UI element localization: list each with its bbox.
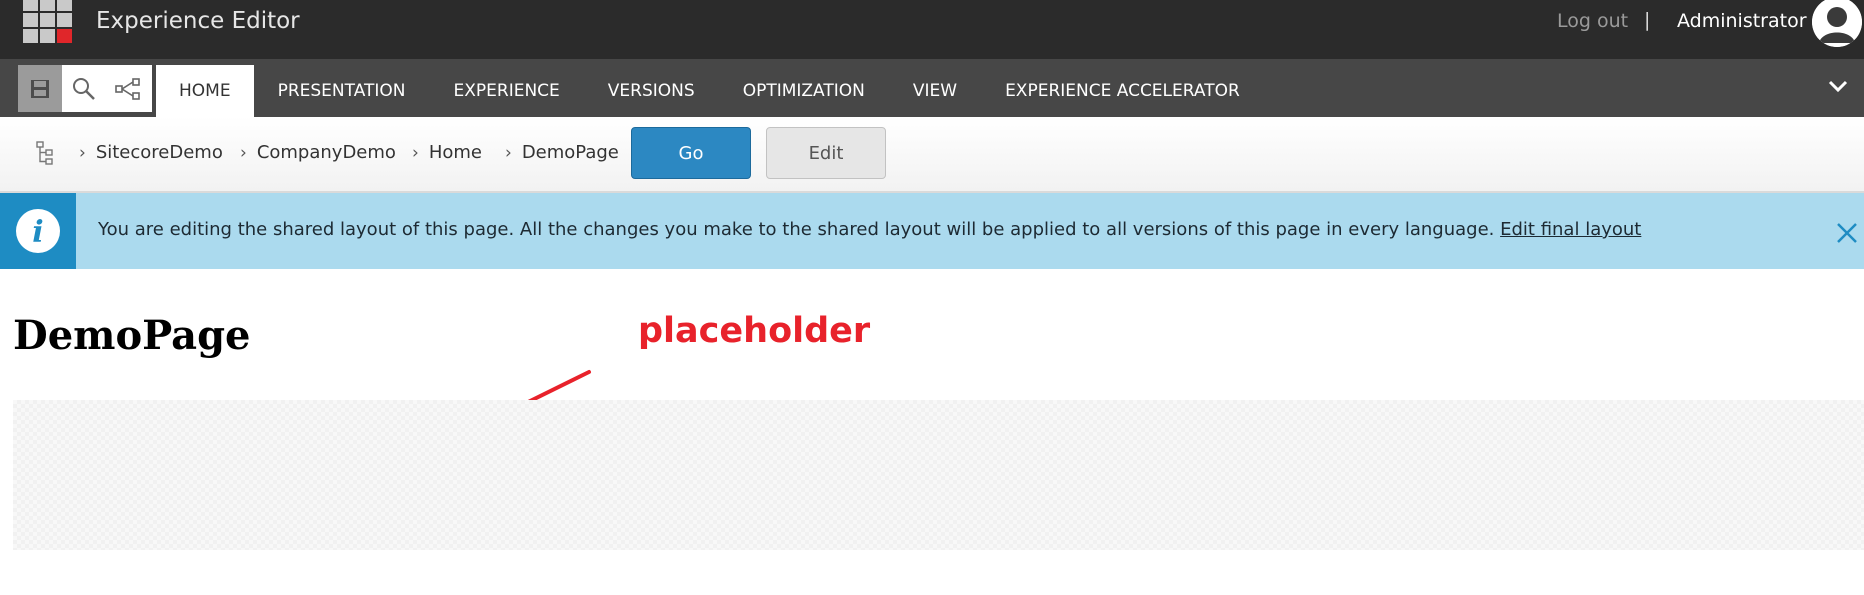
search-icon[interactable]: [62, 65, 106, 112]
banner-message: You are editing the shared layout of thi…: [98, 219, 1641, 240]
svg-text:i: i: [32, 215, 43, 250]
tab-presentation[interactable]: PRESENTATION: [254, 65, 430, 117]
ribbon-bar: HOME PRESENTATION EXPERIENCE VERSIONS OP…: [0, 59, 1864, 117]
username[interactable]: Administrator: [1677, 10, 1807, 32]
breadcrumb-item-home[interactable]: › Home: [412, 142, 482, 163]
quick-actions: [18, 65, 152, 112]
app-launcher-icon[interactable]: [23, 0, 72, 43]
chevron-right-icon: ›: [240, 143, 247, 163]
content-tree-icon[interactable]: [36, 141, 54, 169]
ribbon-tabs: HOME PRESENTATION EXPERIENCE VERSIONS OP…: [156, 65, 1264, 117]
banner-message-text: You are editing the shared layout of thi…: [98, 219, 1495, 240]
breadcrumb: › SitecoreDemo › CompanyDemo › Home › DemoPa…: [0, 117, 1864, 193]
breadcrumb-item-demopage[interactable]: › DemoPage: [505, 142, 619, 163]
breadcrumb-item-companydemo[interactable]: › CompanyDemo: [240, 142, 396, 163]
top-bar: Experience Editor Log out | Administrato…: [0, 0, 1864, 59]
close-icon[interactable]: [1836, 222, 1858, 244]
tab-optimization[interactable]: OPTIMIZATION: [719, 65, 889, 117]
app-title: Experience Editor: [96, 8, 300, 34]
go-button[interactable]: Go: [631, 127, 751, 179]
info-icon: i: [0, 193, 76, 269]
chevron-right-icon: ›: [412, 143, 419, 163]
breadcrumb-item-sitecoredemo[interactable]: › SitecoreDemo: [79, 142, 223, 163]
breadcrumb-label: SitecoreDemo: [95, 142, 223, 163]
tab-experience-accelerator[interactable]: EXPERIENCE ACCELERATOR: [981, 65, 1264, 117]
chevron-right-icon: ›: [79, 143, 86, 163]
save-icon[interactable]: [18, 65, 62, 112]
shared-layout-notification: i You are editing the shared layout of t…: [0, 193, 1864, 269]
chevron-right-icon: ›: [505, 143, 512, 163]
breadcrumb-label: DemoPage: [521, 142, 619, 163]
chevron-down-icon[interactable]: [1826, 77, 1850, 97]
tab-experience[interactable]: EXPERIENCE: [430, 65, 584, 117]
placeholder-area[interactable]: [13, 400, 1864, 550]
breadcrumb-label: CompanyDemo: [256, 142, 396, 163]
user-separator: |: [1644, 9, 1651, 31]
edit-final-layout-link[interactable]: Edit final layout: [1500, 219, 1641, 240]
logout-link[interactable]: Log out: [1557, 10, 1628, 32]
edit-button[interactable]: Edit: [766, 127, 886, 179]
tab-versions[interactable]: VERSIONS: [584, 65, 719, 117]
share-icon[interactable]: [106, 65, 150, 112]
annotation-label: placeholder: [638, 311, 871, 351]
breadcrumb-label: Home: [428, 142, 482, 163]
tab-view[interactable]: VIEW: [889, 65, 981, 117]
avatar-icon[interactable]: [1812, 0, 1862, 47]
tab-home[interactable]: HOME: [156, 65, 254, 117]
page-title: DemoPage: [13, 312, 251, 359]
